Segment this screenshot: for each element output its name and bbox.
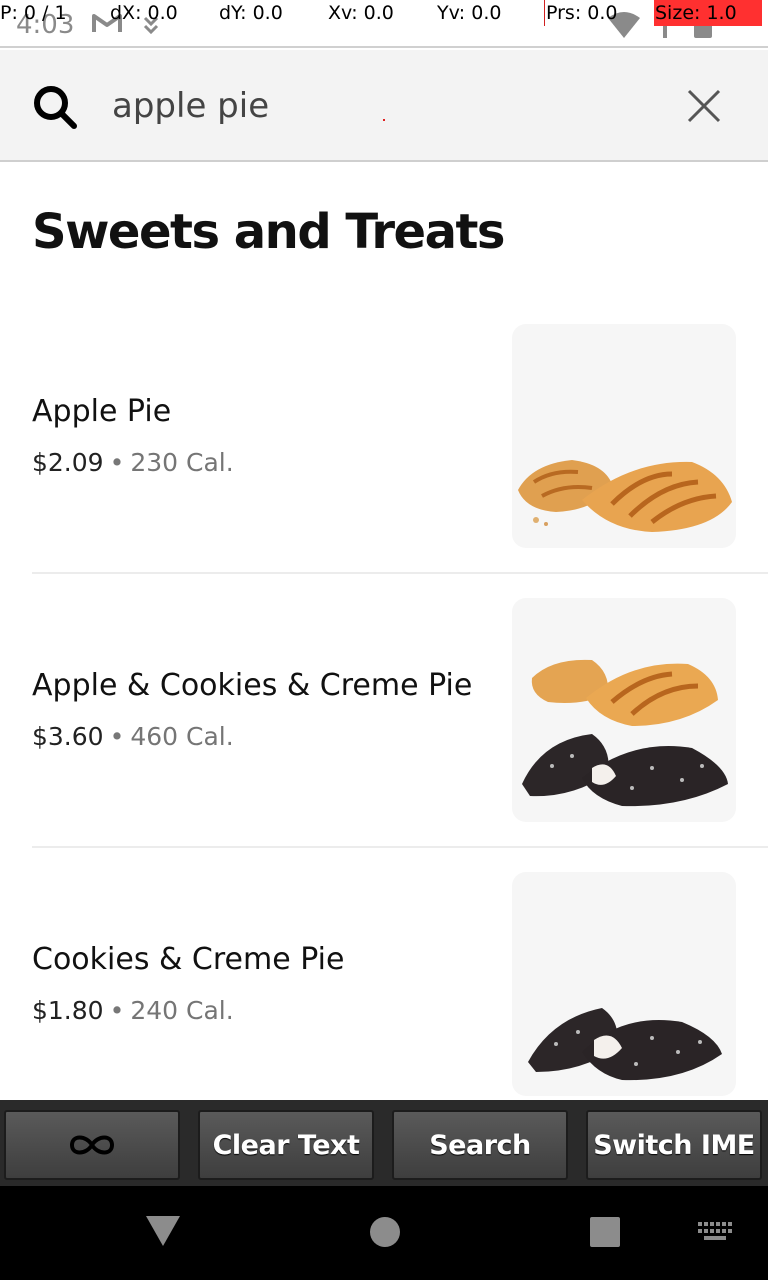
- menu-item-apple-cookies-creme-pie[interactable]: Apple & Cookies & Creme Pie $3.60 • 460 Ca…: [0, 574, 768, 848]
- pointer-yv: Yv: 0.0: [437, 2, 502, 24]
- touch-point-marker: [383, 119, 385, 121]
- apple-pie-image: [518, 460, 732, 532]
- section-title: Sweets and Treats: [32, 204, 505, 260]
- apple-cookies-creme-pie-image: [522, 659, 728, 807]
- item-meta: $3.60 • 460 Cal.: [32, 722, 234, 751]
- pointer-prs: Prs: 0.0: [546, 2, 618, 24]
- infinity-button[interactable]: [4, 1110, 180, 1180]
- close-icon[interactable]: [686, 88, 722, 124]
- menu-item-apple-pie[interactable]: Apple Pie $2.09 • 230 Cal.: [0, 300, 768, 574]
- item-price: $3.60: [32, 722, 104, 751]
- meta-separator: •: [109, 722, 125, 751]
- cookies-creme-pie-image: [528, 1008, 722, 1081]
- item-image: [512, 872, 736, 1096]
- search-input[interactable]: [112, 80, 632, 132]
- pointer-size: Size: 1.0: [655, 2, 737, 24]
- item-name: Cookies & Creme Pie: [32, 942, 345, 977]
- pointer-dy: dY: 0.0: [219, 2, 283, 24]
- search-bar: [0, 50, 768, 162]
- item-meta: $1.80 • 240 Cal.: [32, 996, 234, 1025]
- item-price: $1.80: [32, 996, 104, 1025]
- item-meta: $2.09 • 230 Cal.: [32, 448, 234, 477]
- item-name: Apple & Cookies & Creme Pie: [32, 668, 473, 703]
- navigation-bar: [0, 1186, 768, 1280]
- meta-separator: •: [109, 448, 125, 477]
- infinity-icon: [69, 1135, 115, 1155]
- back-icon[interactable]: [146, 1216, 180, 1246]
- pointer-xv: Xv: 0.0: [328, 2, 394, 24]
- pointer-dx: dX: 0.0: [110, 2, 178, 24]
- item-calories: 230 Cal.: [130, 448, 234, 477]
- pointer-divider: [544, 0, 545, 26]
- keyboard-icon[interactable]: [698, 1222, 732, 1242]
- item-image: [512, 598, 736, 822]
- item-calories: 240 Cal.: [130, 996, 234, 1025]
- pointer-count: P: 0 / 1: [0, 2, 67, 24]
- item-price: $2.09: [32, 448, 104, 477]
- search-button[interactable]: Search: [392, 1110, 568, 1180]
- meta-separator: •: [109, 996, 125, 1025]
- status-bar: 4:03 P: 0 / 1 dX: 0.0 dY: 0.0 Xv: 0.0 Yv…: [0, 0, 768, 48]
- search-icon[interactable]: [32, 84, 78, 130]
- home-icon[interactable]: [370, 1217, 400, 1247]
- item-name: Apple Pie: [32, 394, 172, 429]
- item-image: [512, 324, 736, 548]
- menu-item-cookies-creme-pie[interactable]: Cookies & Creme Pie $1.80 • 240 Cal.: [0, 848, 768, 1122]
- clear-text-button[interactable]: Clear Text: [198, 1110, 374, 1180]
- recents-icon[interactable]: [590, 1217, 620, 1247]
- switch-ime-button[interactable]: Switch IME: [586, 1110, 762, 1180]
- item-calories: 460 Cal.: [130, 722, 234, 751]
- ime-toolbar: Clear Text Search Switch IME: [0, 1100, 768, 1186]
